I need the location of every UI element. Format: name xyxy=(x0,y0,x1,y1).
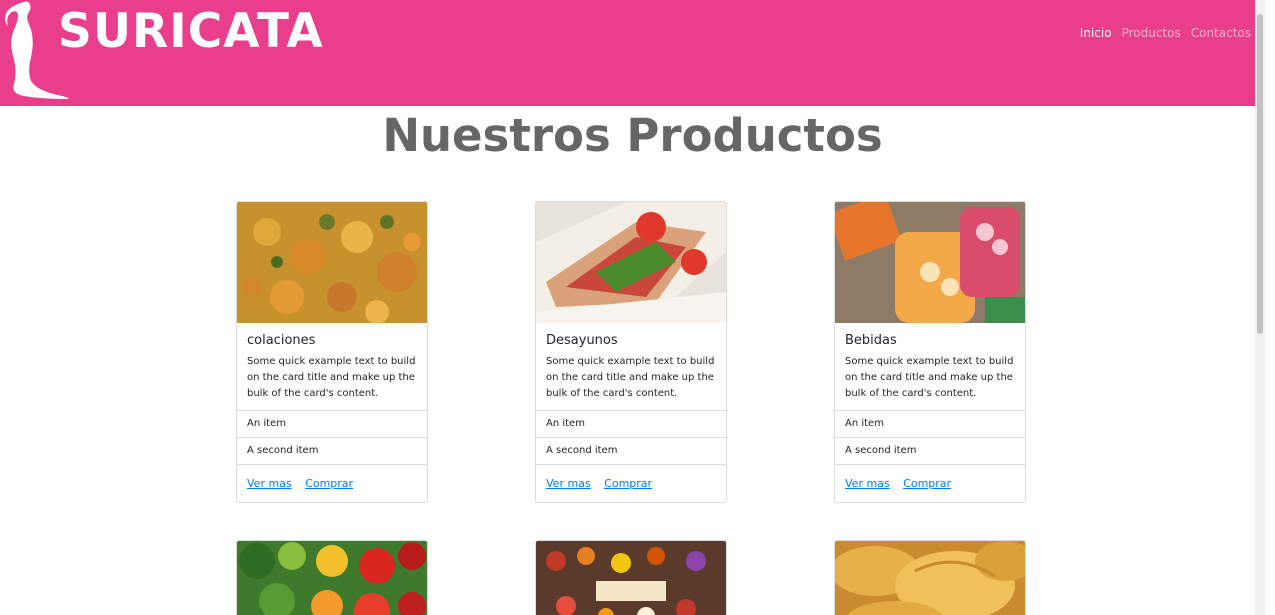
product-card-verduras xyxy=(236,540,428,615)
brand-logo[interactable]: SURICATA xyxy=(0,0,330,100)
product-image-desayunos xyxy=(536,202,726,323)
comprar-link[interactable]: Comprar xyxy=(903,477,951,490)
ver-mas-link[interactable]: Ver mas xyxy=(546,477,591,490)
nav-link-contactos[interactable]: Contactos xyxy=(1191,26,1251,40)
page-title: Nuestros Productos xyxy=(382,109,883,162)
product-card-dulces xyxy=(535,540,727,615)
nav-link-productos[interactable]: Productos xyxy=(1122,26,1181,40)
list-item: An item xyxy=(835,410,1025,437)
card-title: colaciones xyxy=(247,333,316,348)
product-card-empanadas xyxy=(834,540,1026,615)
list-item: A second item xyxy=(536,437,726,464)
list-item: A second item xyxy=(835,437,1025,464)
product-card-colaciones: colaciones Some quick example text to bu… xyxy=(236,201,428,503)
list-item: An item xyxy=(237,410,427,437)
page: SURICATA Inicio Productos Contactos Nues… xyxy=(0,0,1265,615)
comprar-link[interactable]: Comprar xyxy=(604,477,652,490)
product-image-bebidas xyxy=(835,202,1025,323)
card-title: Desayunos xyxy=(546,333,618,348)
card-links: Ver mas Comprar xyxy=(536,464,726,502)
card-links: Ver mas Comprar xyxy=(835,464,1025,502)
ver-mas-link[interactable]: Ver mas xyxy=(247,477,292,490)
card-text: Some quick example text to build on the … xyxy=(546,356,715,399)
card-title: Bebidas xyxy=(845,333,897,348)
nav-links: Inicio Productos Contactos xyxy=(1080,26,1251,40)
scrollbar[interactable] xyxy=(1255,0,1265,615)
product-image-empanadas xyxy=(835,541,1025,615)
scrollbar-thumb[interactable] xyxy=(1257,14,1263,334)
brand-name: SURICATA xyxy=(58,4,324,59)
list-item: An item xyxy=(536,410,726,437)
ver-mas-link[interactable]: Ver mas xyxy=(845,477,890,490)
nav-link-inicio[interactable]: Inicio xyxy=(1080,26,1112,40)
card-text: Some quick example text to build on the … xyxy=(247,356,416,399)
product-card-bebidas: Bebidas Some quick example text to build… xyxy=(834,201,1026,503)
card-links: Ver mas Comprar xyxy=(237,464,427,502)
comprar-link[interactable]: Comprar xyxy=(305,477,353,490)
card-text: Some quick example text to build on the … xyxy=(845,356,1014,399)
product-image-colaciones xyxy=(237,202,427,323)
product-image-vegetables xyxy=(237,541,427,615)
navbar: SURICATA Inicio Productos Contactos xyxy=(0,0,1265,106)
product-card-desayunos: Desayunos Some quick example text to bui… xyxy=(535,201,727,503)
product-image-sweets xyxy=(536,541,726,615)
list-item: A second item xyxy=(237,437,427,464)
